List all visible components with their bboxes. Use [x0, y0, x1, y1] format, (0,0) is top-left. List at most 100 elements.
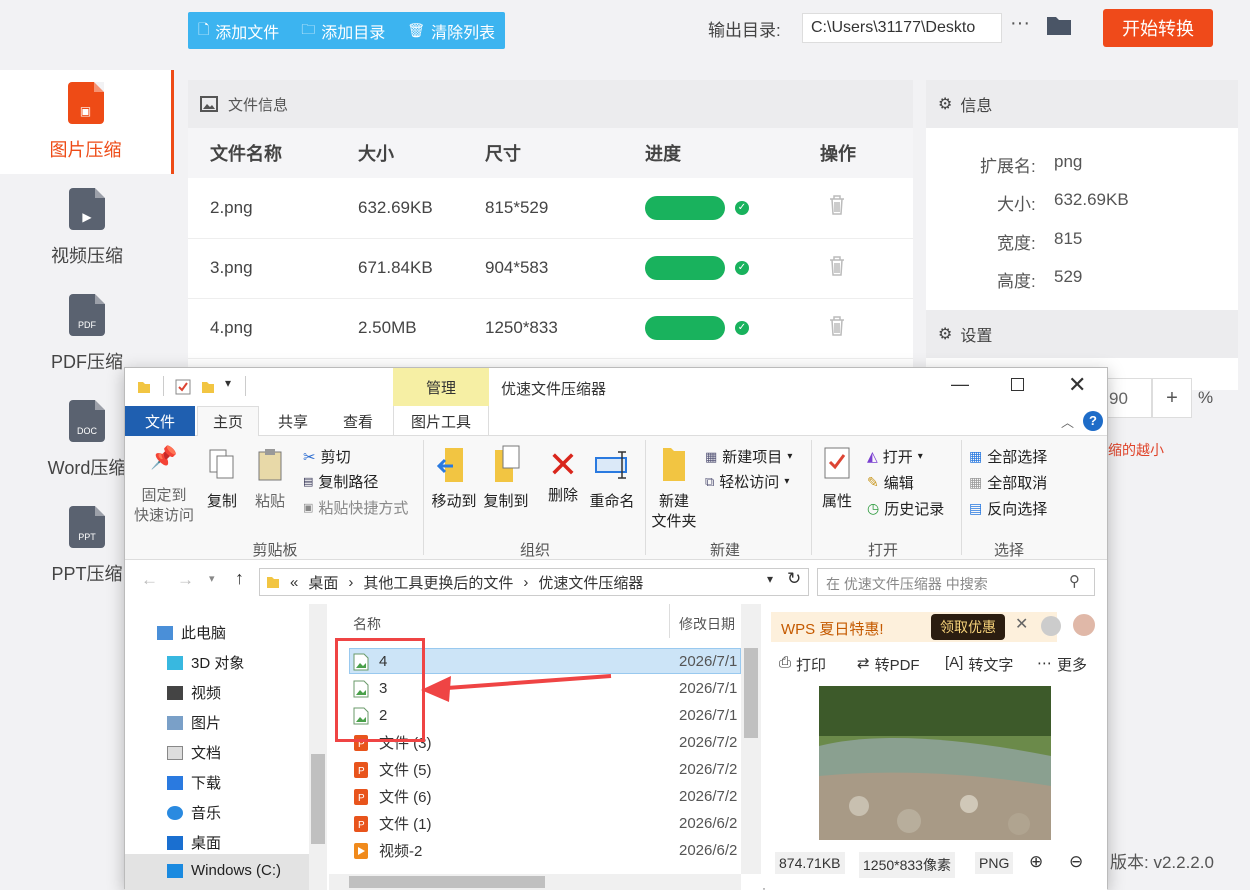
print-button[interactable]: ⎙ 打印: [779, 654, 826, 675]
paste-shortcut-button[interactable]: ▣ 粘贴快捷方式: [303, 497, 408, 518]
scrollbar-thumb[interactable]: [349, 876, 545, 888]
scrollbar-thumb[interactable]: [744, 648, 758, 738]
tab-home[interactable]: 主页: [197, 406, 259, 436]
delete-button[interactable]: ✕ 删除: [541, 444, 585, 506]
nav-desktop[interactable]: 桌面: [167, 832, 221, 853]
cut-button[interactable]: ✂ 剪切: [303, 446, 351, 467]
quality-input[interactable]: 90: [1104, 378, 1152, 418]
open-app-icon: ◭: [867, 448, 878, 464]
nav-3d-objects[interactable]: 3D 对象: [167, 652, 244, 673]
refresh-icon[interactable]: ↻: [787, 569, 801, 589]
table-row[interactable]: 4.png 2.50MB 1250*833 ✓: [188, 298, 913, 359]
column-date-header[interactable]: 修改日期: [679, 614, 737, 634]
breadcrumb-desktop[interactable]: 桌面: [308, 572, 338, 593]
chevron-down-icon[interactable]: ▾: [767, 572, 773, 586]
forward-icon[interactable]: →: [177, 570, 194, 590]
manage-tab[interactable]: 管理: [393, 368, 489, 406]
clear-list-button[interactable]: 🗑 清除列表: [407, 19, 495, 43]
copy-path-button[interactable]: ▤ 复制路径: [303, 471, 378, 492]
zoom-in-icon[interactable]: ⊕: [1029, 852, 1043, 872]
edit-button[interactable]: ✎ 编辑: [867, 472, 914, 493]
help-icon[interactable]: ?: [1083, 411, 1103, 431]
sidebar-item-image[interactable]: ▣ 图片压缩: [0, 70, 174, 174]
add-file-button[interactable]: 🗋 添加文件: [198, 19, 279, 43]
easy-access-button[interactable]: ⧉ 轻松访问 ▾: [705, 471, 789, 492]
select-none-button[interactable]: ▦ 全部取消: [969, 472, 1047, 493]
up-icon[interactable]: ↑: [235, 568, 244, 589]
new-item-button[interactable]: ▦ 新建项目 ▾: [705, 446, 792, 467]
properties-icon[interactable]: [175, 379, 191, 395]
tab-view[interactable]: 查看: [327, 406, 389, 436]
search-input[interactable]: 在 优速文件压缩器 中搜索: [817, 568, 1095, 596]
maximize-icon[interactable]: [1011, 378, 1024, 391]
chevron-up-icon[interactable]: ︿: [1061, 412, 1074, 431]
address-bar[interactable]: « 桌面 › 其他工具更换后的文件 › 优速文件压缩器: [259, 568, 809, 596]
back-icon[interactable]: ←: [141, 570, 158, 590]
zoom-out-icon[interactable]: ⊖: [1069, 852, 1083, 872]
output-path-input[interactable]: C:\Users\31177\Deskto: [802, 13, 1002, 43]
new-item-label: 新建项目: [722, 449, 783, 466]
chevron-down-icon[interactable]: ▾: [225, 376, 231, 390]
avatar[interactable]: [1071, 612, 1097, 638]
to-pdf-button[interactable]: ⇄ 转PDF: [857, 654, 920, 675]
open-button[interactable]: ◭ 打开 ▾: [867, 446, 923, 467]
scrollbar-thumb[interactable]: [311, 754, 325, 844]
image-file-icon: ▣: [67, 82, 104, 124]
paste-button[interactable]: 粘贴: [249, 446, 291, 512]
breadcrumb-current[interactable]: 优速文件压缩器: [538, 572, 643, 593]
close-icon[interactable]: ✕: [1015, 614, 1028, 634]
trash-icon[interactable]: [828, 255, 846, 277]
folder-icon[interactable]: [1046, 14, 1072, 36]
to-text-button[interactable]: [A] 转文字: [945, 654, 1013, 675]
rename-button[interactable]: 重命名: [587, 444, 637, 512]
list-item[interactable]: 视频-2 2026/6/2: [349, 837, 741, 864]
new-folder-button[interactable]: 新建 文件夹: [647, 444, 701, 532]
copy-to-label: 复制到: [483, 493, 529, 510]
minimize-icon[interactable]: —: [951, 374, 969, 395]
tab-file[interactable]: 文件: [125, 406, 195, 436]
more-button[interactable]: ⋯ 更多: [1037, 654, 1087, 675]
history-button[interactable]: ◷ 历史记录: [867, 498, 944, 519]
claim-offer-button[interactable]: 领取优惠: [931, 614, 1005, 640]
copy-button[interactable]: 复制: [201, 446, 243, 512]
edit-label: 编辑: [883, 475, 914, 492]
vertical-scrollbar[interactable]: [741, 604, 761, 874]
pin-quick-access-button[interactable]: 📌 固定到 快速访问: [133, 447, 195, 526]
close-icon[interactable]: ✕: [1068, 372, 1086, 398]
pdf-convert-icon: ⇄: [857, 655, 870, 672]
breadcrumb-overflow[interactable]: «: [290, 574, 298, 591]
properties-button[interactable]: 属性: [815, 444, 859, 512]
nav-documents[interactable]: 文档: [167, 742, 221, 763]
nav-windows-c[interactable]: Windows (C:): [167, 862, 281, 879]
tab-share[interactable]: 共享: [263, 406, 323, 436]
invert-selection-button[interactable]: ▤ 反向选择: [969, 498, 1047, 519]
list-item[interactable]: P 文件 (6) 2026/7/2: [349, 783, 741, 810]
more-options-button[interactable]: ···: [1010, 12, 1030, 35]
start-convert-button[interactable]: 开始转换: [1103, 9, 1213, 47]
sidebar-item-video[interactable]: ▶ 视频压缩: [0, 176, 174, 280]
table-row[interactable]: 2.png 632.69KB 815*529 ✓: [188, 178, 913, 239]
select-all-button[interactable]: ▦ 全部选择: [969, 446, 1047, 467]
nav-videos[interactable]: 视频: [167, 682, 221, 703]
trash-icon[interactable]: [828, 194, 846, 216]
nav-this-pc[interactable]: 此电脑: [157, 622, 226, 643]
trash-icon[interactable]: [828, 315, 846, 337]
table-row[interactable]: 3.png 671.84KB 904*583 ✓: [188, 238, 913, 299]
column-name-header[interactable]: 名称: [353, 614, 381, 634]
move-to-button[interactable]: 移动到: [429, 444, 479, 512]
list-item[interactable]: P 文件 (1) 2026/6/2: [349, 810, 741, 837]
quality-plus-button[interactable]: +: [1152, 378, 1192, 418]
new-folder-icon[interactable]: [201, 380, 215, 394]
breadcrumb-folder[interactable]: 其他工具更换后的文件: [363, 572, 513, 593]
list-item[interactable]: P 文件 (5) 2026/7/2: [349, 756, 741, 783]
chevron-down-icon[interactable]: ▾: [209, 572, 215, 585]
add-dir-button[interactable]: 🗀 添加目录: [301, 19, 385, 43]
nav-music[interactable]: 音乐: [167, 802, 221, 823]
nav-pictures[interactable]: 图片: [167, 712, 221, 733]
col-dim: 尺寸: [485, 128, 645, 178]
tab-picture-tools[interactable]: 图片工具: [393, 406, 489, 436]
copy-to-button[interactable]: 复制到: [481, 444, 531, 512]
nav-scrollbar[interactable]: [309, 604, 327, 890]
nav-downloads[interactable]: 下载: [167, 772, 221, 793]
delete-label: 删除: [547, 487, 578, 504]
